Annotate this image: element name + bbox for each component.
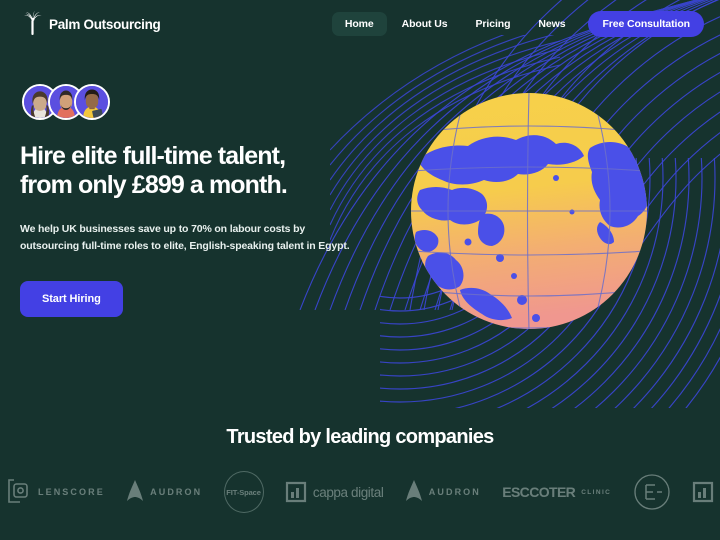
avatar-group bbox=[20, 84, 368, 120]
logo-esccoter-clinic: ESCCOTER CLINIC bbox=[502, 485, 611, 499]
trusted-by-title: Trusted by leading companies bbox=[226, 426, 494, 448]
globe-illustration bbox=[404, 86, 654, 336]
avatar-person-3 bbox=[74, 84, 110, 120]
cappa-bars-icon bbox=[692, 481, 714, 503]
headline-line-2: from only £899 a month. bbox=[20, 170, 288, 199]
trusted-by-section: Trusted by leading companies LENSCORE AU… bbox=[0, 408, 720, 540]
headline-line-1: Hire elite full-time talent, bbox=[20, 142, 286, 170]
logo-fit-space: FIT-Space bbox=[223, 471, 264, 513]
top-navigation-bar: Palm Outsourcing Home About Us Pricing N… bbox=[0, 0, 720, 48]
hero-content: Hire elite full-time talent, from only £… bbox=[20, 84, 368, 317]
logo-e-dash bbox=[633, 473, 671, 511]
start-hiring-button[interactable]: Start Hiring bbox=[20, 281, 123, 317]
audron-arrow-icon bbox=[405, 480, 422, 501]
logo-audron-1-label: AUDRON bbox=[150, 487, 203, 497]
hero-subcopy: We help UK businesses save up to 70% on … bbox=[20, 223, 350, 252]
logo-cappa-digital-1: cappa digital bbox=[285, 481, 384, 503]
nav-item-about-us[interactable]: About Us bbox=[389, 12, 461, 36]
logo-cappa-digital-1-label: cappa digital bbox=[312, 484, 384, 500]
client-logo-strip: LENSCORE AUDRON FIT-Space cappa digital … bbox=[0, 449, 720, 513]
logo-lenscore: LENSCORE bbox=[6, 478, 105, 506]
nav-item-home[interactable]: Home bbox=[331, 12, 387, 36]
logo-lenscore-label: LENSCORE bbox=[38, 487, 105, 497]
nav-item-pricing[interactable]: Pricing bbox=[463, 12, 524, 36]
brand-name: Palm Outsourcing bbox=[49, 16, 161, 32]
nav-item-news[interactable]: News bbox=[525, 12, 578, 36]
logo-esccoter-sublabel: CLINIC bbox=[581, 488, 612, 496]
logo-audron-1: AUDRON bbox=[126, 479, 202, 505]
cappa-bars-icon bbox=[285, 481, 306, 503]
lenscore-bracket-icon bbox=[8, 479, 28, 503]
page-title: Hire elite full-time talent, from only £… bbox=[20, 142, 368, 199]
nav-links: Home About Us Pricing News Free Consulta… bbox=[331, 11, 704, 37]
free-consultation-button[interactable]: Free Consultation bbox=[588, 11, 704, 37]
palm-tree-icon bbox=[22, 11, 44, 37]
landing-page: Palm Outsourcing Home About Us Pricing N… bbox=[0, 0, 720, 540]
logo-audron-2-label: AUDRON bbox=[428, 487, 481, 497]
brand-logo[interactable]: Palm Outsourcing bbox=[22, 11, 161, 37]
logo-cappa-digital-2 bbox=[692, 481, 714, 503]
logo-esccoter-label: ESCCOTER bbox=[502, 484, 576, 500]
e-dash-circle-icon bbox=[633, 474, 670, 510]
audron-arrow-icon bbox=[127, 480, 144, 501]
logo-audron-2: AUDRON bbox=[405, 479, 481, 505]
logo-fit-space-label: FIT-Space bbox=[226, 487, 261, 497]
fit-space-circle-icon: FIT-Space bbox=[223, 471, 264, 513]
hero-section: Palm Outsourcing Home About Us Pricing N… bbox=[0, 0, 720, 408]
